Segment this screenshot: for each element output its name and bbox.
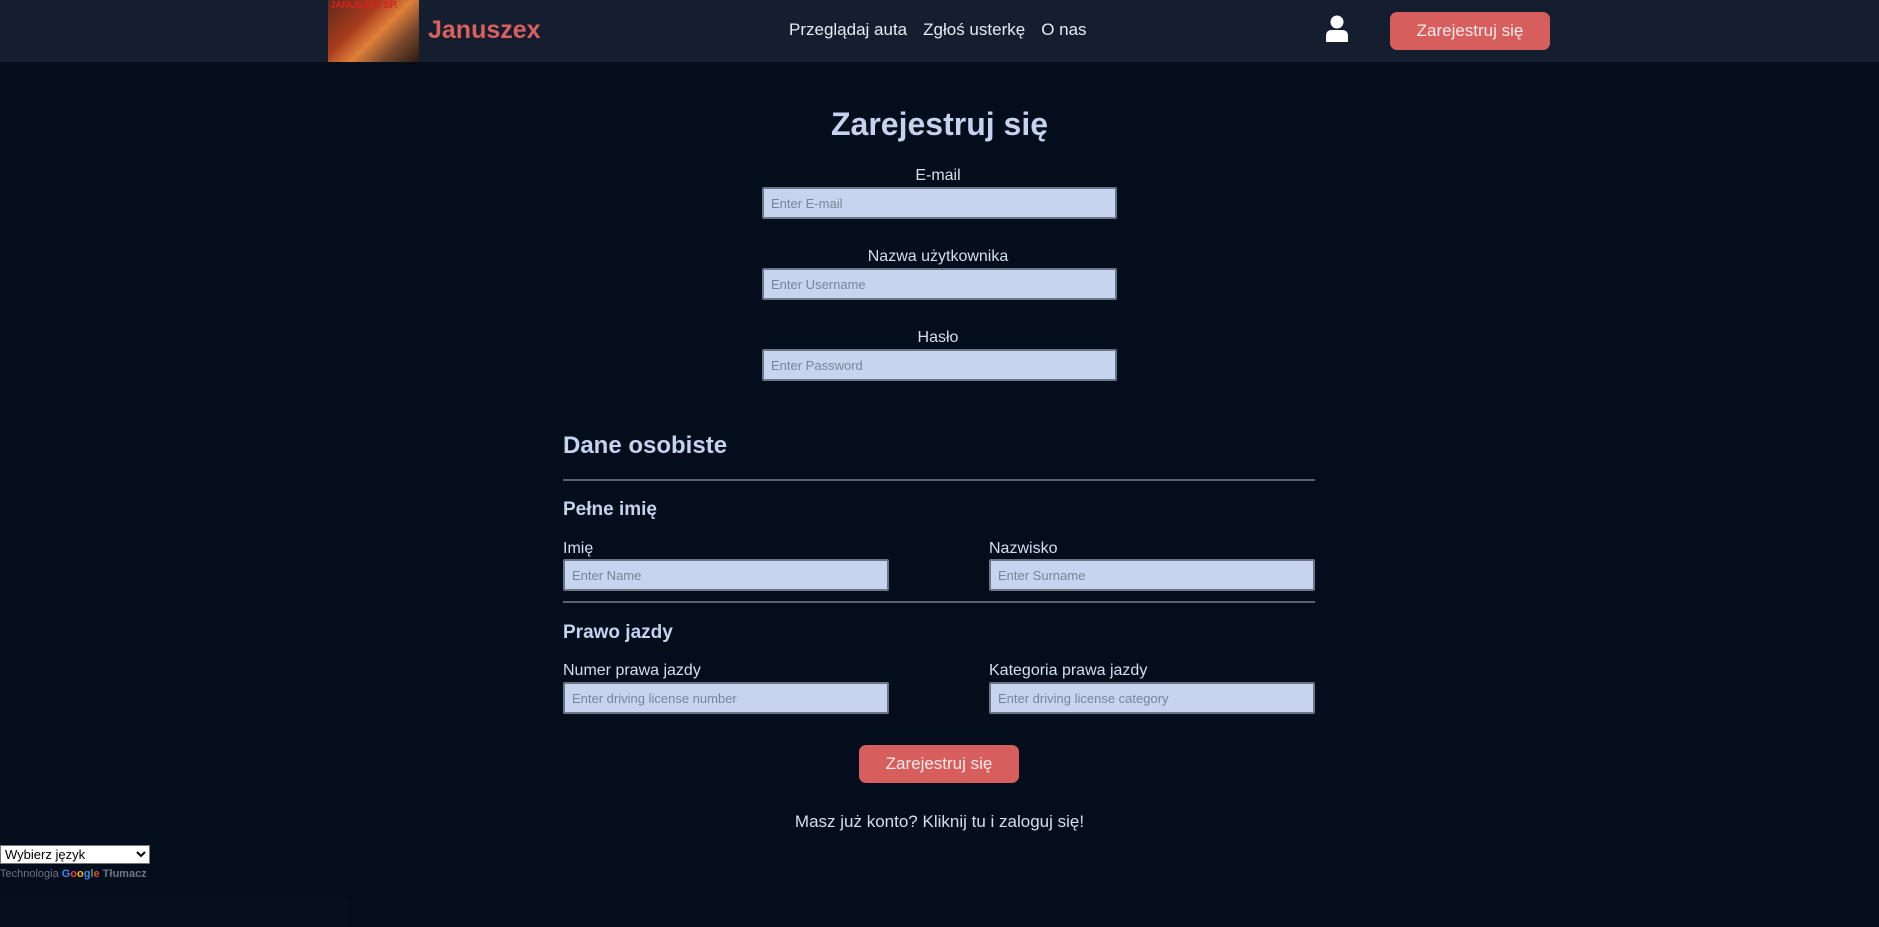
divider <box>563 601 1315 603</box>
license-number-label: Numer prawa jazdy <box>563 662 701 679</box>
google-translate-credit: Technologia Google Tłumacz <box>0 868 147 880</box>
name-label: Imię <box>563 540 594 557</box>
top-navbar: JANUSZEX SP. Januszex Przeglądaj auta Zg… <box>0 0 1879 62</box>
license-category-field[interactable] <box>989 682 1315 714</box>
nav-browse-cars[interactable]: Przeglądaj auta <box>789 20 907 40</box>
username-label: Nazwa użytkownika <box>867 248 1009 265</box>
user-icon[interactable] <box>1326 15 1348 42</box>
logo-text: JANUSZEX SP. <box>330 0 398 11</box>
password-field[interactable] <box>762 349 1117 381</box>
nav-about[interactable]: O nas <box>1041 20 1086 40</box>
surname-field[interactable] <box>989 559 1315 591</box>
email-field[interactable] <box>762 187 1117 219</box>
language-select[interactable]: Wybierz język <box>0 845 150 864</box>
full-name-heading: Pełne imię <box>563 499 657 520</box>
divider <box>563 479 1315 481</box>
surname-label: Nazwisko <box>989 540 1058 557</box>
email-label: E-mail <box>915 167 961 184</box>
submit-register-button[interactable]: Zarejestruj się <box>859 745 1019 783</box>
header-register-button[interactable]: Zarejestruj się <box>1390 12 1550 50</box>
license-number-field[interactable] <box>563 682 889 714</box>
driving-license-heading: Prawo jazdy <box>563 622 673 643</box>
password-label: Hasło <box>917 329 959 346</box>
brand-logo[interactable]: JANUSZEX SP. <box>328 0 419 62</box>
name-field[interactable] <box>563 559 889 591</box>
personal-data-heading: Dane osobiste <box>563 432 728 459</box>
credit-prefix: Technologia <box>0 868 59 880</box>
brand-name[interactable]: Januszex <box>428 16 541 45</box>
page-title: Zarejestruj się <box>831 106 1048 142</box>
login-link[interactable]: Masz już konto? Kliknij tu i zaloguj się… <box>0 812 1879 832</box>
nav-report-issue[interactable]: Zgłoś usterkę <box>923 20 1025 40</box>
bottom-strip <box>0 898 348 927</box>
credit-suffix[interactable]: Tłumacz <box>103 868 147 880</box>
username-field[interactable] <box>762 268 1117 300</box>
google-logo[interactable]: Google <box>62 868 100 880</box>
license-category-label: Kategoria prawa jazdy <box>989 662 1148 679</box>
main-nav: Przeglądaj auta Zgłoś usterkę O nas <box>789 20 1103 40</box>
